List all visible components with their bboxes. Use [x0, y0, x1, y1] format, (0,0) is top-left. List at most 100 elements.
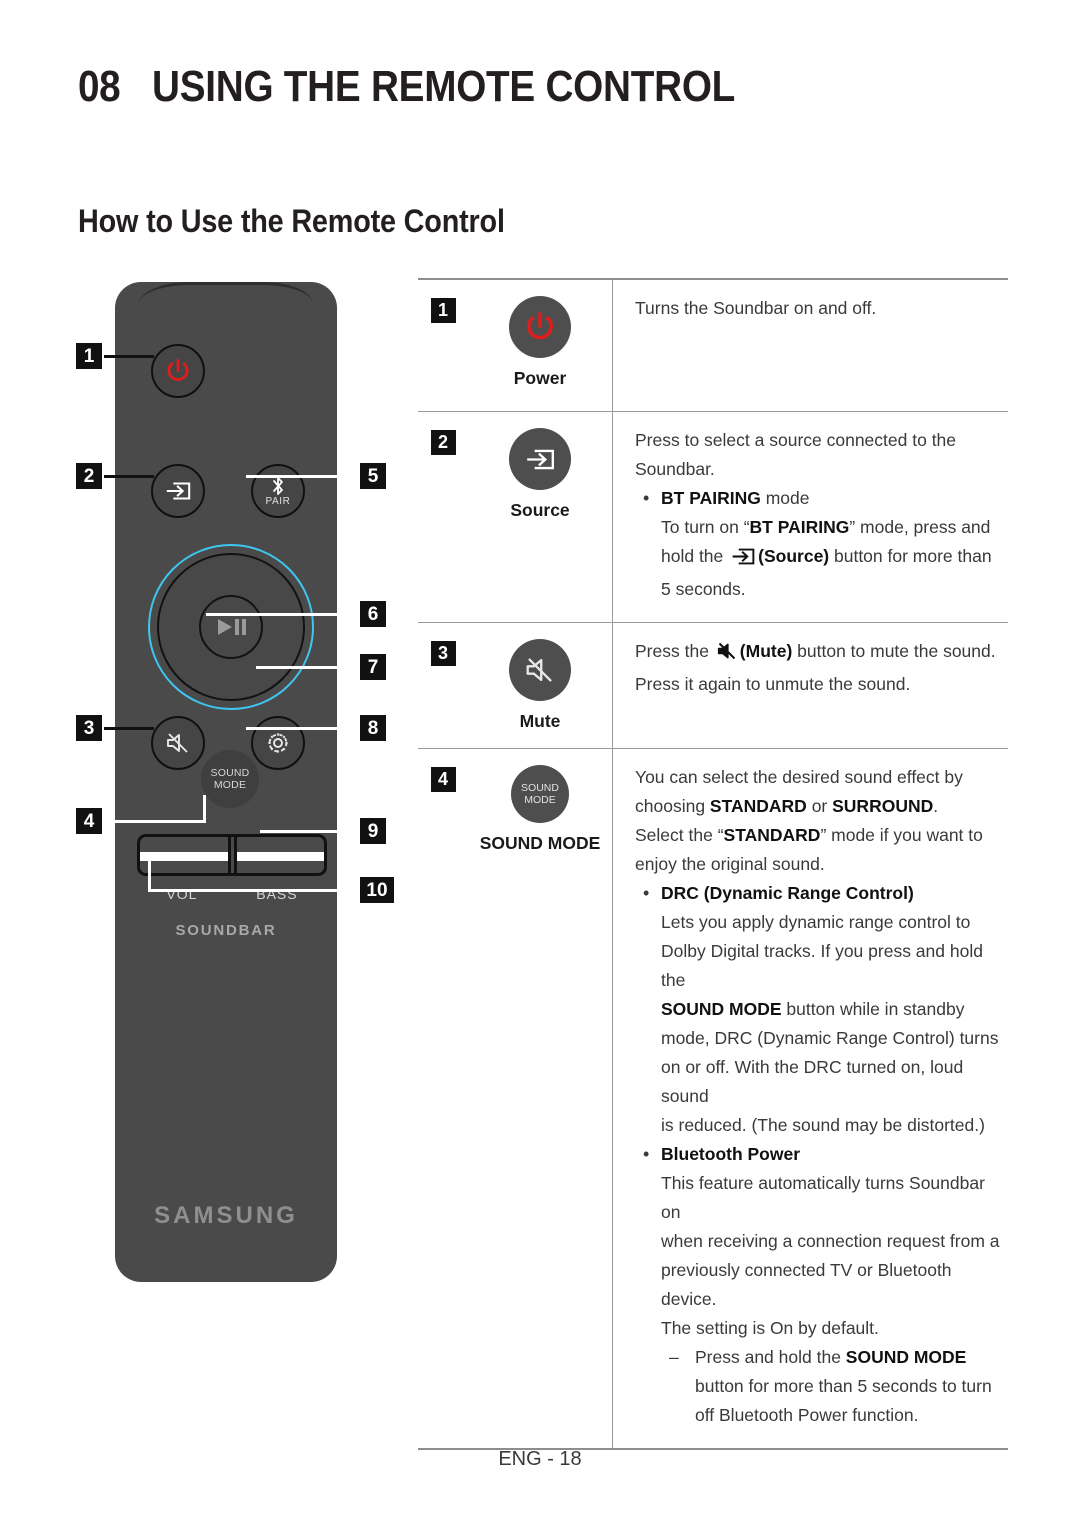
- leader-line-10: [148, 889, 366, 892]
- table-sound-mode-button: SOUND MODE: [511, 765, 569, 823]
- page-footer: ENG - 18: [498, 1448, 582, 1470]
- row-number-cell: 4: [418, 748, 468, 1450]
- bullet-drc-l2: Dolby Digital tracks. If you press and h…: [661, 941, 983, 990]
- bullet-bt-power-title: Bluetooth Power: [661, 1144, 801, 1164]
- leader-line-5: [246, 475, 360, 478]
- bullet-bt-power-sub: Press and hold the SOUND MODE button for…: [665, 1343, 1000, 1430]
- bt-power-sub-bold: SOUND MODE: [845, 1347, 967, 1367]
- row4-p2-bold: STANDARD: [723, 825, 821, 845]
- remote-sound-mode-line1: SOUND: [210, 767, 250, 779]
- remote-mute-button[interactable]: [151, 716, 205, 770]
- leader-line-6: [206, 613, 360, 616]
- remote-control-diagram: PAIR SOUND MODE VOL BASS SOUNDBAR SAMSUN…: [60, 270, 410, 1300]
- callout-2: 2: [76, 463, 102, 489]
- table-row: 3 Mute Press the (Mute) button to mute t…: [418, 622, 1008, 749]
- leader-line-4: [104, 820, 206, 823]
- bullet-drc-l1: Lets you apply dynamic range control to: [661, 912, 971, 932]
- bullet-drc-l3-bold: SOUND MODE: [661, 999, 782, 1019]
- callout-1: 1: [76, 343, 102, 369]
- chapter-header: 08 USING THE REMOTE CONTROL: [78, 62, 1008, 112]
- leader-line-9: [260, 830, 360, 833]
- bullet-drc: DRC (Dynamic Range Control) Lets you app…: [635, 879, 1000, 1140]
- page-title: USING THE REMOTE CONTROL: [151, 62, 736, 111]
- row4-p1-bold2: SURROUND: [832, 796, 934, 816]
- row4-p2-l2: enjoy the original sound.: [635, 854, 825, 874]
- leader-line-2: [104, 475, 154, 478]
- remote-pair-label: PAIR: [265, 496, 291, 507]
- row4-p1-bold1: STANDARD: [709, 796, 807, 816]
- bullet-drc-title: DRC (Dynamic Range Control): [661, 883, 914, 903]
- row-callout-1: 1: [430, 298, 456, 323]
- callout-3: 3: [76, 715, 102, 741]
- power-icon: [167, 358, 189, 381]
- mute-icon: [167, 733, 188, 753]
- table-source-button: [509, 428, 571, 490]
- callout-4: 4: [76, 808, 102, 834]
- bt-body-b: BT PAIRING: [749, 517, 850, 537]
- remote-vol-bass-rocker[interactable]: [137, 834, 327, 876]
- row3-desc-l1: Press the (Mute) button to mute the soun…: [635, 637, 1000, 670]
- bullet-drc-l6: is reduced. (The sound may be distorted.…: [661, 1115, 985, 1135]
- table-row: 4 SOUND MODE SOUND MODE You can select t…: [418, 748, 1008, 1450]
- bt-body-line2: hold the (Source) button for more than: [661, 542, 1000, 575]
- remote-play-pause-button[interactable]: [199, 595, 263, 659]
- row4-bullets: DRC (Dynamic Range Control) Lets you app…: [635, 879, 1000, 1430]
- callout-8: 8: [360, 715, 386, 741]
- bt-power-sub-a: Press and hold the: [695, 1347, 846, 1367]
- bullet-bt-power-l4: The setting is On by default.: [661, 1318, 879, 1338]
- row4-p1-l1: You can select the desired sound effect …: [635, 767, 963, 787]
- bt-body-f: button for more than: [829, 546, 992, 566]
- power-icon: [527, 312, 553, 340]
- callout-10: 10: [360, 877, 394, 903]
- bullet-drc-l3-rest: button while in standby: [781, 999, 965, 1019]
- row-button-cell: Source: [468, 411, 613, 623]
- row3-desc-l2: Press it again to unmute the sound.: [635, 674, 911, 694]
- callout-7: 7: [360, 654, 386, 680]
- bullet-bt-power-l1: This feature automatically turns Soundba…: [661, 1173, 985, 1222]
- row-description-cell: Press the (Mute) button to mute the soun…: [612, 622, 1008, 749]
- remote-source-button[interactable]: [151, 464, 205, 518]
- bullet-bluetooth-power: Bluetooth Power This feature automatical…: [635, 1140, 1000, 1430]
- row-callout-3: 3: [430, 641, 456, 666]
- source-icon: [730, 546, 756, 575]
- bt-power-sub-b: button for more than 5 seconds to turn: [695, 1376, 992, 1396]
- remote-bt-pair-button[interactable]: PAIR: [251, 464, 305, 518]
- row4-p2-l1: Select the “STANDARD” mode if you want t…: [635, 821, 1000, 850]
- bullet-drc-l5: on or off. With the DRC turned on, loud …: [661, 1057, 964, 1106]
- bt-body-c: ” mode, press and: [849, 517, 991, 537]
- row-callout-4: 4: [430, 767, 456, 792]
- table-sound-mode-line1: SOUND: [521, 781, 559, 794]
- leader-line-8: [246, 727, 360, 730]
- row-button-label: Power: [513, 368, 567, 388]
- remote-sound-mode-button[interactable]: SOUND MODE: [201, 750, 259, 808]
- row4-p1-c: or: [806, 796, 833, 816]
- bullet-bt-power-l2: when receiving a connection request from…: [661, 1231, 1000, 1251]
- row3-desc-b: (Mute): [739, 641, 793, 661]
- bullet-bt-power-l3: previously connected TV or Bluetooth dev…: [661, 1260, 952, 1309]
- remote-button-table: 1 Power Turns the Soundbar on and off. 2: [418, 278, 1008, 1450]
- mute-icon: [716, 641, 738, 670]
- row3-desc-c: button to mute the sound.: [792, 641, 996, 661]
- bullet-bt-pairing-tail: mode: [760, 488, 810, 508]
- row-button-label: SOUND MODE: [479, 833, 601, 853]
- row-button-label: Mute: [519, 711, 561, 731]
- remote-product-label: SOUNDBAR: [175, 922, 277, 939]
- bt-body-d: hold the: [661, 546, 729, 566]
- row-button-cell: Power: [468, 278, 613, 412]
- section-title: How to Use the Remote Control: [78, 203, 505, 239]
- row-description-cell: You can select the desired sound effect …: [612, 748, 1008, 1450]
- bt-body-g: 5 seconds.: [661, 579, 746, 599]
- remote-settings-button[interactable]: [251, 716, 305, 770]
- callout-9: 9: [360, 818, 386, 844]
- remote-power-button[interactable]: [151, 344, 205, 398]
- bullet-drc-l4: mode, DRC (Dynamic Range Control) turns: [661, 1028, 999, 1048]
- row-number-cell: 2: [418, 411, 468, 623]
- bullet-drc-l3: SOUND MODE button while in standby: [661, 995, 1000, 1024]
- row-description-cell: Press to select a source connected to th…: [612, 411, 1008, 623]
- row4-p1-b: choosing: [635, 796, 710, 816]
- chapter-number: 08: [78, 62, 121, 111]
- table-row: 1 Power Turns the Soundbar on and off.: [418, 278, 1008, 412]
- row4-p1-l2: choosing STANDARD or SURROUND.: [635, 792, 1000, 821]
- leader-line-4-vertical: [203, 795, 206, 823]
- remote-body: PAIR SOUND MODE VOL BASS SOUNDBAR SAMSUN…: [115, 282, 337, 1282]
